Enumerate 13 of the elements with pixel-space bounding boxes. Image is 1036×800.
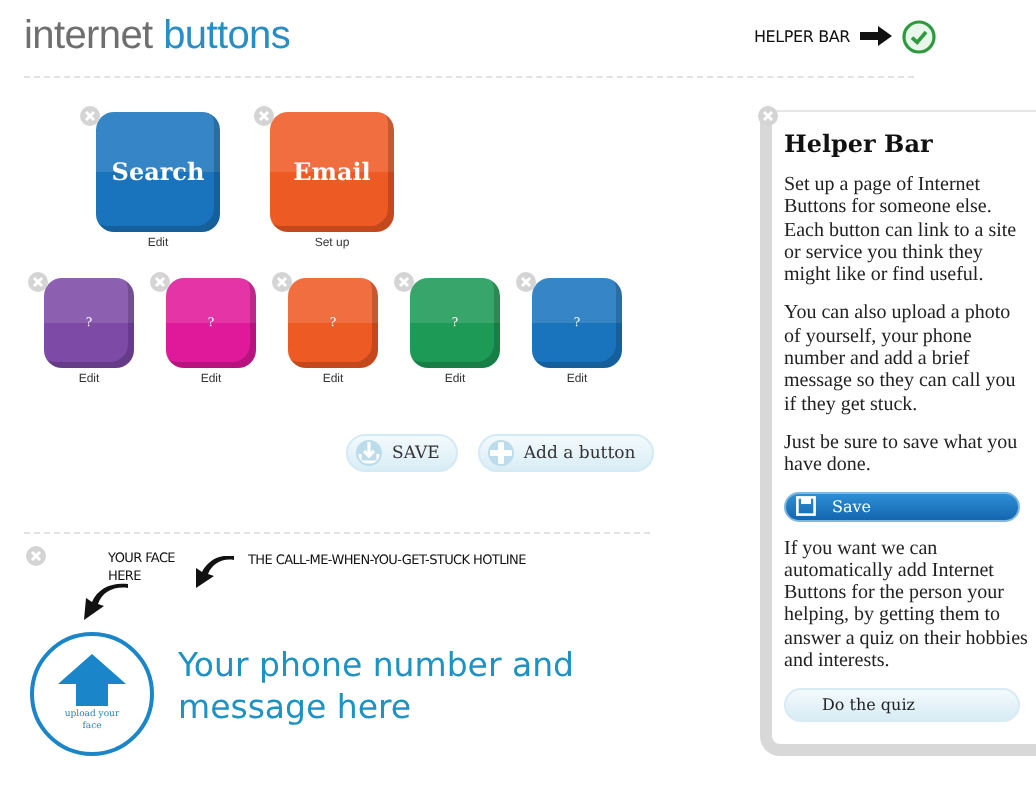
panel-title: Helper Bar	[784, 130, 935, 158]
add-button[interactable]: Add a button	[477, 434, 654, 472]
panel-paragraph: You can also upload a photo of yourself, your phone number and add a brief message so they can call you if they get stuck.	[784, 302, 1018, 416]
quiz-button[interactable]: Do the quiz	[784, 688, 1020, 723]
helper-bar-label: HELPER BAR	[753, 27, 850, 45]
save-button[interactable]: Save	[784, 491, 1020, 522]
save-button[interactable]: SAVE	[346, 434, 458, 472]
phone-message[interactable]: Your phone number and message here	[178, 632, 608, 728]
panel-paragraph: If you want we can automatically add Internet Buttons for the person your helping, by getting them to answer a quiz on their hobbies and interests.	[784, 537, 1028, 673]
panel-paragraph: Set up a page of Internet Buttons for someone else. Each button can link to a site or service you think they might like or find useful.	[784, 174, 1019, 287]
app-tile[interactable]: Search	[96, 112, 220, 232]
logo: internet buttons	[24, 13, 291, 59]
panel-paragraph: Just be sure to save what you have done.	[784, 431, 1020, 478]
